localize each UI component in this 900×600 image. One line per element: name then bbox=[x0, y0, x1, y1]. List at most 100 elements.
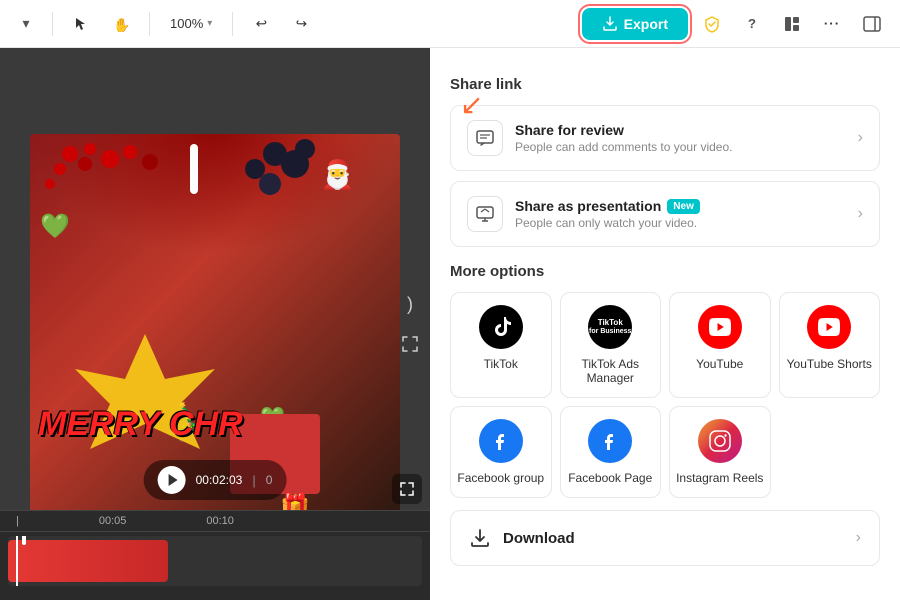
canvas-area: 💚 🎅 🎄 💚 🎁 MERRY CHR bbox=[0, 48, 430, 600]
timeline-mark-2: 00:10 bbox=[206, 515, 234, 527]
expand-button[interactable] bbox=[392, 474, 422, 504]
facebook-group-label: Facebook group bbox=[457, 471, 544, 485]
facebook-page-label: Facebook Page bbox=[568, 471, 652, 485]
share-presentation-left: Share as presentation New People can onl… bbox=[467, 196, 700, 232]
share-presentation-desc: People can only watch your video. bbox=[515, 216, 700, 230]
youtube-shorts-icon bbox=[807, 305, 851, 349]
more-options-button[interactable]: ··· bbox=[816, 8, 848, 40]
right-side-icon-2[interactable] bbox=[394, 328, 426, 360]
undo-icon: ↩ bbox=[256, 16, 267, 32]
presentation-icon bbox=[475, 204, 495, 224]
share-review-text: Share for review People can add comments… bbox=[515, 122, 732, 154]
tiktok-ads-icon: TikTok for Business bbox=[588, 305, 632, 349]
youtube-icon bbox=[698, 305, 742, 349]
sidebar-toggle-button[interactable] bbox=[856, 8, 888, 40]
hand-tool-button[interactable]: ✋ bbox=[105, 8, 137, 40]
layout-icon bbox=[784, 16, 800, 32]
new-badge: New bbox=[667, 199, 700, 214]
download-icon bbox=[469, 527, 491, 549]
facebook-page-logo-icon bbox=[598, 429, 622, 453]
redo-icon: ↪ bbox=[296, 16, 307, 32]
menu-chevron-button[interactable]: ▾ bbox=[12, 10, 40, 38]
canvas-side-controls: ) bbox=[390, 280, 430, 368]
divider-2 bbox=[149, 12, 150, 36]
timeline-track[interactable] bbox=[8, 536, 422, 586]
instagram-icon bbox=[698, 419, 742, 463]
tiktok-label: TikTok bbox=[484, 357, 518, 371]
divider-3 bbox=[232, 12, 233, 36]
right-side-icon-1[interactable]: ) bbox=[394, 288, 426, 320]
more-options-title: More options bbox=[450, 263, 880, 280]
svg-text:✋: ✋ bbox=[113, 17, 129, 32]
share-presentation-title: Share as presentation New bbox=[515, 198, 700, 214]
facebook-page-platform-item[interactable]: Facebook Page bbox=[560, 406, 662, 498]
youtube-logo-icon bbox=[708, 318, 732, 336]
merry-christmas-text: MERRY CHR bbox=[38, 405, 243, 444]
comment-icon bbox=[475, 128, 495, 148]
ellipsis-icon: ··· bbox=[824, 16, 840, 31]
share-review-option[interactable]: Share for review People can add comments… bbox=[450, 105, 880, 171]
timeline-ruler: | 00:05 00:10 bbox=[0, 511, 430, 532]
toolbar: ▾ ✋ 100% ▾ ↩ ↪ Export bbox=[0, 0, 900, 48]
share-review-chevron-icon: › bbox=[858, 129, 863, 147]
youtube-platform-item[interactable]: YouTube bbox=[669, 292, 771, 398]
facebook-page-icon bbox=[588, 419, 632, 463]
undo-button[interactable]: ↩ bbox=[245, 8, 277, 40]
instagram-reels-label: Instagram Reels bbox=[676, 471, 763, 485]
timestamp-display: 00:02:03 bbox=[196, 473, 243, 487]
tiktok-logo-icon bbox=[490, 316, 512, 338]
playhead-marker bbox=[22, 536, 26, 545]
tiktok-icon bbox=[479, 305, 523, 349]
instagram-logo-icon bbox=[709, 430, 731, 452]
youtube-shorts-logo-icon bbox=[817, 318, 841, 336]
download-chevron-icon: › bbox=[856, 529, 861, 547]
timeline-clip bbox=[8, 540, 168, 582]
timeline-area: | 00:05 00:10 bbox=[0, 510, 430, 600]
play-button[interactable] bbox=[158, 466, 186, 494]
expand-icon bbox=[400, 482, 414, 496]
export-button[interactable]: Export bbox=[582, 8, 688, 40]
youtube-shorts-platform-item[interactable]: YouTube Shorts bbox=[779, 292, 881, 398]
help-button[interactable]: ? bbox=[736, 8, 768, 40]
toolbar-left: ▾ ✋ 100% ▾ ↩ ↪ bbox=[12, 8, 446, 40]
instagram-reels-platform-item[interactable]: Instagram Reels bbox=[669, 406, 771, 498]
share-presentation-option[interactable]: Share as presentation New People can onl… bbox=[450, 181, 880, 247]
share-review-left: Share for review People can add comments… bbox=[467, 120, 732, 156]
youtube-shorts-label: YouTube Shorts bbox=[787, 357, 872, 371]
main-area: 💚 🎅 🎄 💚 🎁 MERRY CHR bbox=[0, 48, 900, 600]
facebook-logo-icon bbox=[489, 429, 513, 453]
select-tool-button[interactable] bbox=[65, 8, 97, 40]
layout-button[interactable] bbox=[776, 8, 808, 40]
download-button[interactable]: Download › bbox=[450, 510, 880, 566]
download-left: Download bbox=[469, 527, 575, 549]
share-presentation-chevron-icon: › bbox=[858, 205, 863, 223]
share-review-desc: People can add comments to your video. bbox=[515, 140, 732, 154]
share-review-title: Share for review bbox=[515, 122, 732, 138]
tiktok-platform-item[interactable]: TikTok bbox=[450, 292, 552, 398]
shield-icon bbox=[703, 15, 721, 33]
export-panel: ↙ Share link Share for review People can… bbox=[430, 48, 900, 600]
share-link-title: Share link bbox=[450, 76, 880, 93]
playhead bbox=[16, 536, 18, 586]
redo-button[interactable]: ↪ bbox=[285, 8, 317, 40]
tiktok-ads-platform-item[interactable]: TikTok for Business TikTok Ads Manager bbox=[560, 292, 662, 398]
cursor-icon bbox=[73, 16, 89, 32]
zoom-value: 100% bbox=[170, 16, 203, 31]
dark-berries-svg bbox=[215, 134, 400, 286]
shield-button[interactable] bbox=[696, 8, 728, 40]
time-remaining: 0 bbox=[266, 473, 273, 487]
divider-1 bbox=[52, 12, 53, 36]
timeline-mark-0: | bbox=[16, 515, 19, 527]
share-presentation-icon-box bbox=[467, 196, 503, 232]
zoom-chevron-icon: ▾ bbox=[207, 18, 212, 29]
hand-icon: ✋ bbox=[113, 16, 129, 32]
arrow-indicator: ↙ bbox=[460, 88, 483, 121]
zoom-control[interactable]: 100% ▾ bbox=[162, 12, 220, 35]
video-preview: 💚 🎅 🎄 💚 🎁 MERRY CHR bbox=[30, 134, 400, 514]
separator: | bbox=[252, 473, 255, 488]
fullscreen-icon bbox=[401, 335, 419, 353]
timeline-mark-1: 00:05 bbox=[99, 515, 127, 527]
facebook-group-icon bbox=[479, 419, 523, 463]
svg-text:💚: 💚 bbox=[40, 213, 70, 240]
facebook-group-platform-item[interactable]: Facebook group bbox=[450, 406, 552, 498]
